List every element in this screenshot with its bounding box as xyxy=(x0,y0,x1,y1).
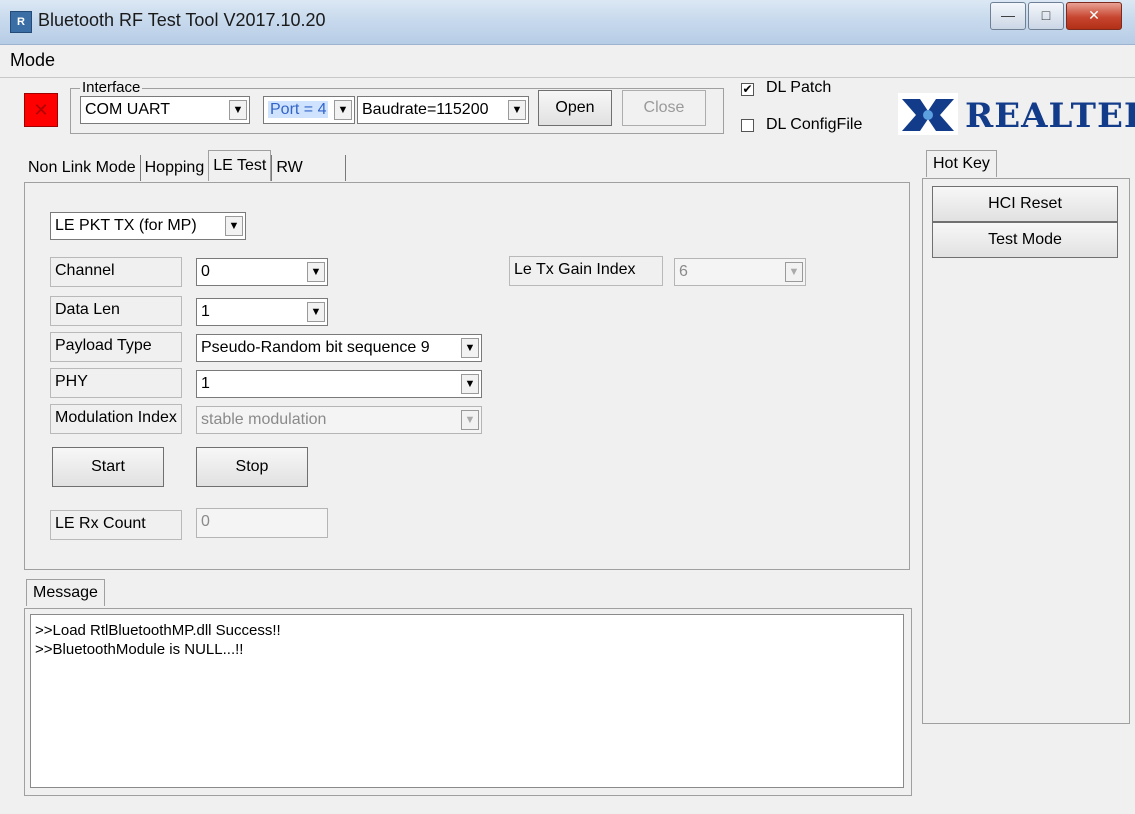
close-window-button[interactable]: ✕ xyxy=(1066,2,1122,30)
close-icon: ✕ xyxy=(1088,7,1100,23)
chevron-down-icon: ▼ xyxy=(461,374,479,394)
interface-type-select[interactable]: COM UART ▼ xyxy=(80,96,250,124)
dl-configfile-label: DL ConfigFile xyxy=(766,116,863,133)
hot-key-panel xyxy=(922,178,1130,724)
phy-label: PHY xyxy=(50,368,182,398)
chevron-down-icon: ▼ xyxy=(307,262,325,282)
connection-status-indicator: ✕ xyxy=(24,93,58,127)
menu-mode[interactable]: Mode xyxy=(10,50,55,71)
modulation-index-label: Modulation Index xyxy=(50,404,182,434)
le-rx-count-field[interactable]: 0 xyxy=(196,508,328,538)
channel-select[interactable]: 0 ▼ xyxy=(196,258,328,286)
chevron-down-icon: ▼ xyxy=(508,100,526,120)
data-len-label: Data Len xyxy=(50,296,182,326)
tab-le-test[interactable]: LE Test xyxy=(208,149,272,181)
modulation-index-value: stable modulation xyxy=(201,411,327,428)
app-icon: R xyxy=(10,11,32,33)
le-tx-gain-index-label: Le Tx Gain Index xyxy=(509,256,663,286)
start-button[interactable]: Start xyxy=(52,447,164,487)
interface-type-value: COM UART xyxy=(85,101,171,118)
chevron-down-icon: ▼ xyxy=(334,100,352,120)
le-mode-value: LE PKT TX (for MP) xyxy=(55,217,197,234)
tab-hopping[interactable]: Hopping xyxy=(141,153,209,183)
channel-label: Channel xyxy=(50,257,182,287)
maximize-icon: □ xyxy=(1041,7,1051,23)
tab-divider xyxy=(344,155,346,181)
data-len-select[interactable]: 1 ▼ xyxy=(196,298,328,326)
chevron-down-icon: ▼ xyxy=(229,100,247,120)
payload-type-label: Payload Type xyxy=(50,332,182,362)
baudrate-select[interactable]: Baudrate=115200 ▼ xyxy=(357,96,529,124)
tab-non-link-mode[interactable]: Non Link Mode xyxy=(24,153,140,183)
menu-divider xyxy=(0,77,1135,78)
realtek-logo-text: REALTEK xyxy=(965,96,1135,136)
maximize-button[interactable]: □ xyxy=(1028,2,1064,30)
tab-strip: Non Link Mode Hopping LE Test RW xyxy=(24,149,346,184)
open-button[interactable]: Open xyxy=(538,90,612,126)
tab-message[interactable]: Message xyxy=(26,579,105,606)
interface-group-label: Interface xyxy=(80,79,143,96)
minimize-icon: — xyxy=(1001,7,1015,23)
menu-bar xyxy=(0,45,1135,75)
chevron-down-icon: ▼ xyxy=(785,262,803,282)
chevron-down-icon: ▼ xyxy=(461,410,479,430)
window-title: Bluetooth RF Test Tool V2017.10.20 xyxy=(38,10,326,30)
baudrate-value: Baudrate=115200 xyxy=(362,101,489,118)
realtek-logo-mark xyxy=(898,93,958,135)
message-line: >>Load RtlBluetoothMP.dll Success!! xyxy=(35,622,281,639)
payload-type-select[interactable]: Pseudo-Random bit sequence 9 ▼ xyxy=(196,334,482,362)
phy-value: 1 xyxy=(201,375,210,392)
modulation-index-select[interactable]: stable modulation ▼ xyxy=(196,406,482,434)
tab-rw[interactable]: RW xyxy=(272,153,306,183)
stop-button[interactable]: Stop xyxy=(196,447,308,487)
minimize-button[interactable]: — xyxy=(990,2,1026,30)
chevron-down-icon: ▼ xyxy=(461,338,479,358)
message-log[interactable]: >>Load RtlBluetoothMP.dll Success!! >>Bl… xyxy=(30,614,904,788)
port-select[interactable]: Port = 4 ▼ xyxy=(263,96,355,124)
le-tx-gain-index-select[interactable]: 6 ▼ xyxy=(674,258,806,286)
red-x-icon: ✕ xyxy=(33,100,49,120)
tab-hot-key[interactable]: Hot Key xyxy=(926,150,997,177)
phy-select[interactable]: 1 ▼ xyxy=(196,370,482,398)
chevron-down-icon: ▼ xyxy=(307,302,325,322)
le-rx-count-label: LE Rx Count xyxy=(50,510,182,540)
dl-patch-checkbox[interactable]: ✔ xyxy=(741,83,754,96)
chevron-down-icon: ▼ xyxy=(225,216,243,236)
le-mode-select[interactable]: LE PKT TX (for MP) ▼ xyxy=(50,212,246,240)
payload-type-value: Pseudo-Random bit sequence 9 xyxy=(201,339,430,356)
message-line: >>BluetoothModule is NULL...!! xyxy=(35,641,244,658)
data-len-value: 1 xyxy=(201,303,210,320)
test-mode-button[interactable]: Test Mode xyxy=(932,222,1118,258)
hci-reset-button[interactable]: HCI Reset xyxy=(932,186,1118,222)
close-port-button[interactable]: Close xyxy=(622,90,706,126)
checkmark-icon: ✔ xyxy=(742,82,753,96)
channel-value: 0 xyxy=(201,263,210,280)
dl-configfile-checkbox[interactable] xyxy=(741,119,754,132)
le-tx-gain-index-value: 6 xyxy=(679,263,688,280)
port-value: Port = 4 xyxy=(268,101,329,118)
dl-patch-label: DL Patch xyxy=(766,79,832,96)
